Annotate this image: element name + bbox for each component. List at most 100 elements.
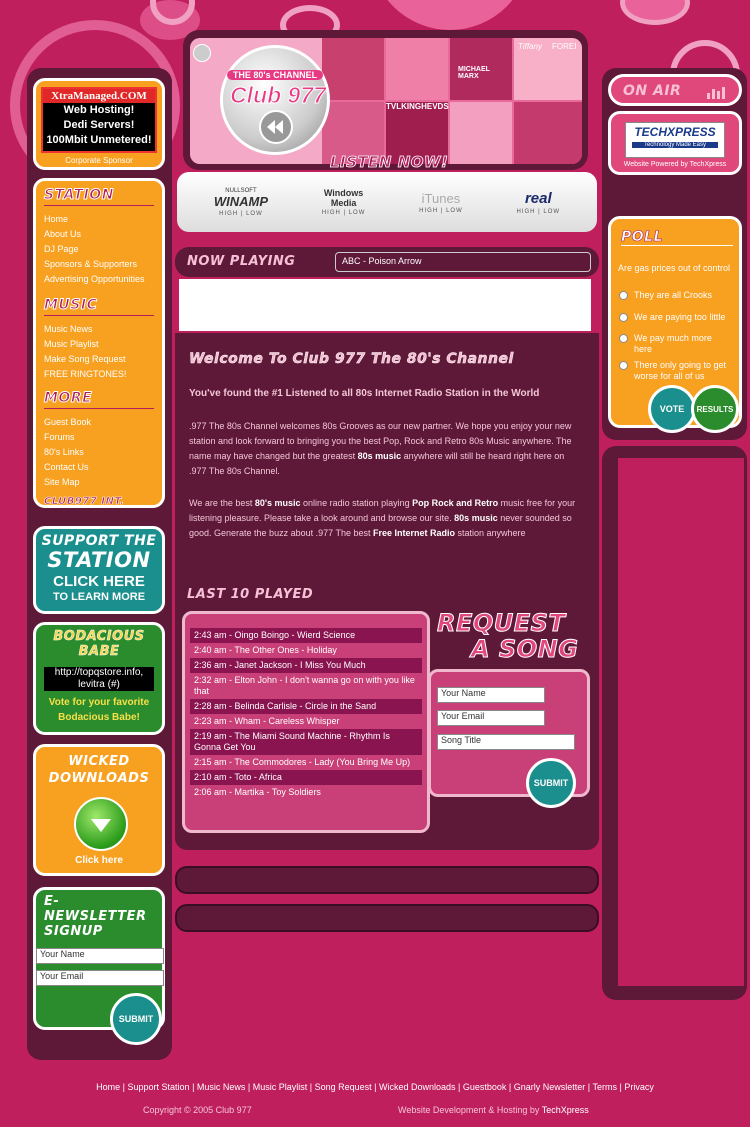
nav-link-dj[interactable]: DJ Page [44,242,154,257]
footer-links: Home | Support Station | Music News | Mu… [96,1082,654,1092]
sponsor-box[interactable]: XtraManaged.COM Web Hosting! Dedi Server… [33,78,165,170]
equalizer-icon [707,87,725,99]
footer-link-support[interactable]: Support Station [128,1082,190,1092]
downloads-click[interactable]: Click here [36,855,162,866]
nav-link-sitemap[interactable]: Site Map [44,475,154,490]
poll-option-label: There only going to get worse for all of… [634,360,727,381]
decor-knob-icon [193,44,211,62]
nav-box: Station Home About Us DJ Page Sponsors &… [33,178,165,508]
player-low-link[interactable]: LOW [349,210,366,216]
request-email-field[interactable]: Your Email [437,710,545,726]
content-strip [175,866,599,894]
request-name-field[interactable]: Your Name [437,687,545,703]
player-high-link[interactable]: HIGH [322,210,341,216]
footer-link-newsletter[interactable]: Gnarly Newsletter [514,1082,586,1092]
player-high-link[interactable]: HIGH [219,211,238,217]
poll-option[interactable]: They are all Crooks [619,290,739,301]
club977-logo-disc[interactable]: THE 80's CHANNEL Club 977 [220,45,330,155]
poll-vote-button[interactable]: VOTE [648,385,696,433]
welcome-paragraph-2: We are the best 80's music online radio … [189,498,576,538]
download-arrow-icon[interactable] [74,797,128,851]
nav-heading-music: Music [44,297,154,316]
nav-link-contact[interactable]: Contact Us [44,460,154,475]
last-played-list: 2:43 am - Oingo Boingo - Wierd Science 2… [182,611,430,833]
techxpress-tag: Technology Made Easy [632,142,718,148]
player-embed-area[interactable] [179,279,591,331]
footer-link-playlist[interactable]: Music Playlist [253,1082,308,1092]
footer-link-guestbook[interactable]: Guestbook [463,1082,507,1092]
radio-icon[interactable] [619,313,628,322]
player-low-link[interactable]: LOW [446,208,463,214]
babe-url-line: http://topqstore.info, [54,667,144,678]
nav-link-home[interactable]: Home [44,212,154,227]
now-playing-value: ABC - Poison Arrow [335,252,591,272]
windows-media-logo-icon: Windows Media [323,188,364,208]
sponsor-line: 100Mbit Unmetered! [46,134,152,146]
sponsor-caption: Corporate Sponsor [65,156,133,165]
welcome-title: Welcome To Club 977 The 80's Channel [189,351,514,368]
player-high-link[interactable]: HIGH [517,209,536,215]
player-low-link[interactable]: LOW [246,211,263,217]
footer-dev-link[interactable]: TechXpress [542,1105,589,1115]
nav-link-80s-links[interactable]: 80's Links [44,445,154,460]
nav-more-list: Guest Book Forums 80's Links Contact Us … [44,415,154,490]
nav-link-music-news[interactable]: Music News [44,322,154,337]
nav-link-sponsors[interactable]: Sponsors & Supporters [44,257,154,272]
player-winamp[interactable]: NULLSOFT WINAMP HIGH | LOW [214,188,268,217]
footer-link-privacy[interactable]: Privacy [624,1082,654,1092]
footer-link-song-request[interactable]: Song Request [315,1082,372,1092]
babe-link[interactable]: http://topqstore.info, levitra (#) [44,667,154,691]
newsletter-name-field[interactable]: Your Name [36,948,164,964]
newsletter-submit-button[interactable]: SUBMIT [110,993,162,1045]
radio-icon[interactable] [619,334,628,343]
on-air-box: ON AIR [608,74,742,106]
player-windows-media[interactable]: Windows Media HIGH | LOW [322,188,366,216]
player-low-link[interactable]: LOW [543,209,560,215]
poll-option[interactable]: We pay much more here [619,333,739,355]
request-submit-button[interactable]: SUBMIT [526,758,576,808]
radio-icon[interactable] [619,291,628,300]
nav-link-advertising[interactable]: Advertising Opportunities [44,272,154,287]
footer-link-downloads[interactable]: Wicked Downloads [379,1082,456,1092]
welcome-lead: You've found the #1 Listened to all 80s … [189,388,540,399]
nav-link-about[interactable]: About Us [44,227,154,242]
nav-music-list: Music News Music Playlist Make Song Requ… [44,322,154,382]
poll-box: POLL Are gas prices out of control They … [608,216,743,433]
nav-link-guestbook[interactable]: Guest Book [44,415,154,430]
nav-link-song-request[interactable]: Make Song Request [44,352,154,367]
newsletter-email-field[interactable]: Your Email [36,970,164,986]
player-itunes[interactable]: iTunes HIGH | LOW [419,191,463,214]
list-item: 2:40 am - The Other Ones - Holiday [194,645,337,655]
newsletter-title: E-NEWSLETTER SIGNUP [44,894,147,939]
poll-option-label: They are all Crooks [634,290,713,300]
babe-url-line: levitra (#) [78,679,120,690]
list-item: 2:10 am - Toto - Africa [190,770,422,785]
player-high-link[interactable]: HIGH [419,208,438,214]
player-real[interactable]: real HIGH | LOW [517,190,561,215]
support-station-box[interactable]: SUPPORT THE STATION CLICK HERE TO LEARN … [33,526,165,614]
album-tile: Tiffany FOREI [514,38,582,100]
wicked-downloads-box[interactable]: WICKED DOWNLOADS Click here [33,744,165,876]
bg-bubble [370,0,530,30]
poll-results-button[interactable]: RESULTS [691,385,739,433]
newsletter-box: E-NEWSLETTER SIGNUP Your Name Your Email… [33,887,165,1045]
poll-option[interactable]: We are paying too little [619,312,739,323]
radio-icon[interactable] [619,361,628,370]
request-title-2: A SONG [470,635,579,664]
album-tile [514,102,582,164]
nav-heading-station: Station [44,187,154,206]
nav-link-ringtones[interactable]: FREE RINGTONES! [44,367,154,382]
footer-link-terms[interactable]: Terms [592,1082,617,1092]
last-played-title: LAST 10 PLAYED [187,587,314,602]
request-song-field[interactable]: Song Title [437,734,575,750]
nav-link-music-playlist[interactable]: Music Playlist [44,337,154,352]
footer-link-music-news[interactable]: Music News [197,1082,246,1092]
poll-option[interactable]: There only going to get worse for all of… [619,360,743,382]
itunes-logo-icon: iTunes [421,190,461,206]
album-tile: MICHAEL MARX [450,38,512,100]
techxpress-box[interactable]: TECHXPRESS Technology Made Easy Website … [608,111,742,175]
nav-link-forums[interactable]: Forums [44,430,154,445]
footer-link-home[interactable]: Home [96,1082,120,1092]
listen-now-label[interactable]: LISTEN NOW! [330,153,449,172]
album-text: Tiffany [518,42,542,51]
